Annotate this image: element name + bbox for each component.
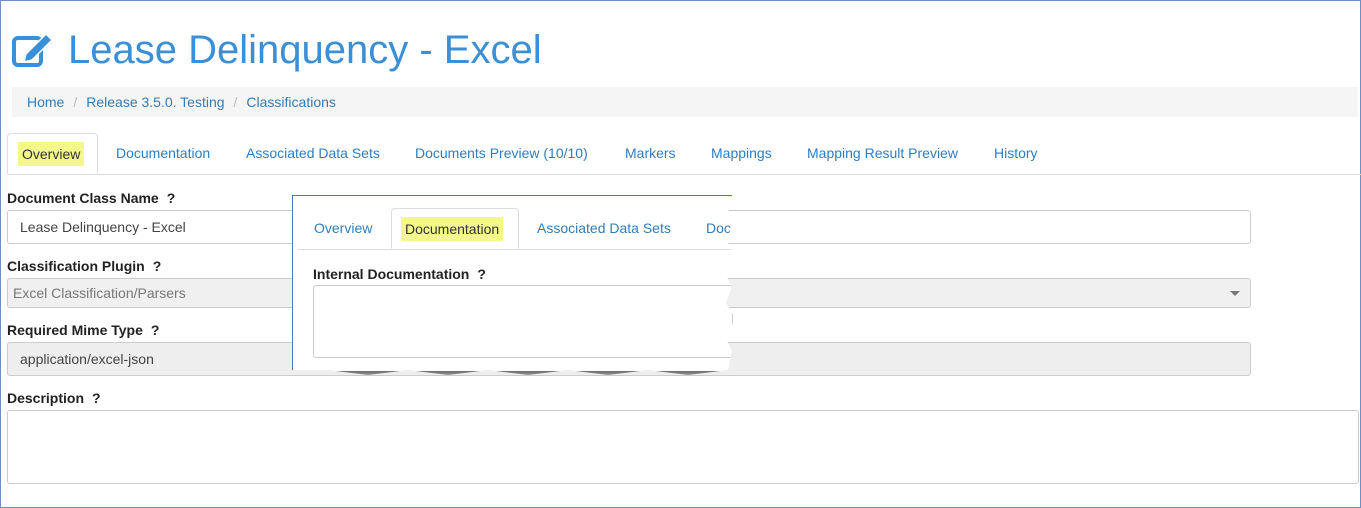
help-icon[interactable]: ? <box>153 258 162 274</box>
tab-documents-preview[interactable]: Documents Preview (10/10) <box>415 133 588 174</box>
page-title-text: Lease Delinquency - Excel <box>68 27 542 72</box>
plugin-label: Classification Plugin? <box>7 258 162 274</box>
tab-markers[interactable]: Markers <box>625 133 676 174</box>
breadcrumb-release[interactable]: Release 3.5.0. Testing <box>86 94 224 110</box>
help-icon[interactable]: ? <box>477 266 486 282</box>
page-title: Lease Delinquency - Excel <box>12 24 542 76</box>
help-icon[interactable]: ? <box>151 322 160 338</box>
chevron-down-icon <box>1230 291 1240 296</box>
callout-tab-bar: Overview Documentation Associated Data S… <box>298 208 736 250</box>
callout-tab-associated-data-sets[interactable]: Associated Data Sets <box>537 208 671 249</box>
description-label: Description? <box>7 390 101 406</box>
tab-mapping-result-preview[interactable]: Mapping Result Preview <box>807 133 958 174</box>
tab-bar: Overview Documentation Associated Data S… <box>7 133 1361 175</box>
help-icon[interactable]: ? <box>92 390 101 406</box>
breadcrumb-home[interactable]: Home <box>27 94 64 110</box>
doc-class-label: Document Class Name? <box>7 190 176 206</box>
help-icon[interactable]: ? <box>167 190 176 206</box>
internal-documentation-label: Internal Documentation? <box>313 266 486 282</box>
callout-tab-overview[interactable]: Overview <box>314 208 372 249</box>
mime-label: Required Mime Type? <box>7 322 160 338</box>
tab-mappings[interactable]: Mappings <box>711 133 772 174</box>
tab-overview[interactable]: Overview <box>7 133 98 174</box>
breadcrumb-separator: / <box>233 94 238 110</box>
tab-history[interactable]: History <box>994 133 1038 174</box>
internal-documentation-textarea[interactable] <box>313 285 733 358</box>
tab-documentation[interactable]: Documentation <box>116 133 210 174</box>
callout-tab-documentation[interactable]: Documentation <box>391 208 519 249</box>
callout-tab-documents[interactable]: Doc <box>706 208 731 249</box>
edit-icon <box>12 33 54 67</box>
breadcrumb-separator: / <box>73 94 78 110</box>
breadcrumb-classifications[interactable]: Classifications <box>246 94 335 110</box>
documentation-tab-callout: Overview Documentation Associated Data S… <box>292 195 736 371</box>
tab-associated-data-sets[interactable]: Associated Data Sets <box>246 133 380 174</box>
description-textarea[interactable] <box>7 410 1359 484</box>
breadcrumb: Home / Release 3.5.0. Testing / Classifi… <box>12 87 1358 117</box>
